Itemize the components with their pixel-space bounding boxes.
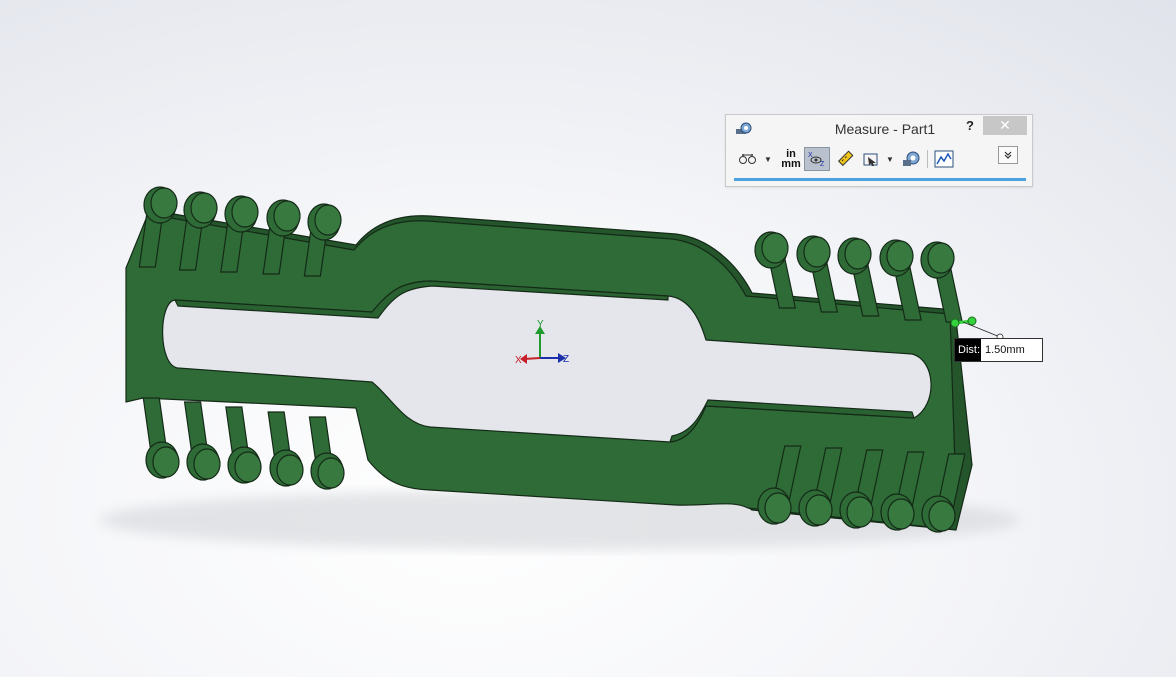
help-button[interactable]: ?	[963, 118, 977, 133]
point-to-point-button[interactable]	[832, 147, 858, 171]
measure-toolbar: ▼ in mm XZ ▼	[734, 147, 1026, 171]
collapse-icon	[1004, 151, 1012, 159]
arc-circle-options-icon	[739, 154, 756, 164]
collapse-button[interactable]	[998, 146, 1018, 164]
distance-callout: Dist: 1.50mm	[954, 338, 1043, 362]
left-bottom-tabs	[142, 397, 345, 490]
triad-x-label: X	[515, 355, 522, 366]
measure-history-button[interactable]	[899, 147, 925, 171]
toolbar-separator	[927, 150, 928, 168]
projection-icon	[863, 153, 878, 166]
triad-y-label: Y	[537, 319, 544, 330]
callout-value: 1.50mm	[985, 344, 1025, 356]
close-button[interactable]: ✕	[983, 116, 1027, 135]
show-xyz-icon: XZ	[808, 152, 825, 168]
arc-circle-options-button[interactable]	[736, 147, 760, 171]
units-bottom-label: mm	[781, 158, 801, 170]
arc-options-dropdown[interactable]: ▼	[764, 155, 772, 164]
dialog-accent-line	[734, 178, 1026, 181]
dialog-titlebar[interactable]: Measure - Part1 ? ✕	[726, 115, 1032, 143]
triad-z-label: Z	[563, 354, 569, 365]
show-xyz-button[interactable]: XZ	[804, 147, 830, 171]
units-precision-button[interactable]: in mm	[778, 147, 804, 171]
svg-text:Z: Z	[820, 161, 825, 168]
callout-label: Dist:	[955, 339, 981, 361]
measure-dialog: Measure - Part1 ? ✕ ▼ in mm XZ ▼	[725, 114, 1033, 187]
sensor-icon	[934, 150, 954, 168]
point-to-point-icon	[837, 150, 854, 167]
history-icon	[903, 151, 920, 166]
projection-dropdown[interactable]: ▼	[886, 155, 894, 164]
create-sensor-button[interactable]	[932, 147, 956, 171]
projection-button[interactable]	[858, 147, 884, 171]
units-precision-icon: in mm	[781, 149, 801, 170]
